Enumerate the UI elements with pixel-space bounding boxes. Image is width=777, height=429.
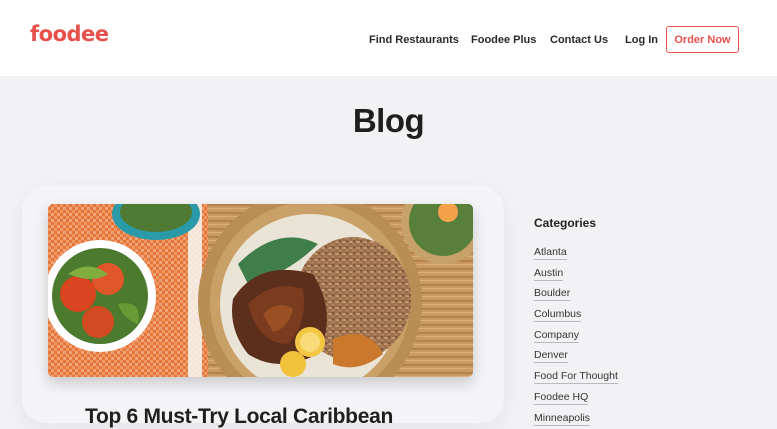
foodee-logo[interactable]: foodee [30, 22, 109, 46]
category-link-austin[interactable]: Austin [534, 266, 564, 281]
categories-heading: Categories [534, 216, 597, 230]
category-link-atlanta[interactable]: Atlanta [534, 246, 567, 260]
order-now-button[interactable]: Order Now [666, 26, 739, 53]
category-link-denver[interactable]: Denver [534, 349, 568, 364]
category-link-boulder[interactable]: Boulder [534, 287, 571, 302]
jerk-chicken-plate-image [48, 204, 473, 377]
nav-log-in[interactable]: Log In [625, 34, 658, 46]
category-link-foodee-hq[interactable]: Foodee HQ [534, 390, 589, 405]
nav-find-restaurants[interactable]: Find Restaurants [369, 34, 459, 46]
category-link-columbus[interactable]: Columbus [534, 308, 582, 323]
category-link-minneapolis[interactable]: Minneapolis [534, 411, 591, 426]
categories-list: Atlanta Austin Boulder Columbus Company … [534, 242, 618, 428]
category-link-food-for-thought[interactable]: Food For Thought [534, 370, 618, 385]
featured-post-title[interactable]: Top 6 Must-Try Local Caribbean [85, 405, 393, 429]
category-link-company[interactable]: Company [534, 328, 579, 343]
nav-foodee-plus[interactable]: Foodee Plus [471, 34, 536, 46]
site-header: foodee Find Restaurants Foodee Plus Cont… [0, 0, 777, 76]
nav-contact-us[interactable]: Contact Us [550, 34, 608, 46]
page-title: Blog [352, 102, 425, 139]
featured-post-image[interactable] [48, 204, 473, 377]
